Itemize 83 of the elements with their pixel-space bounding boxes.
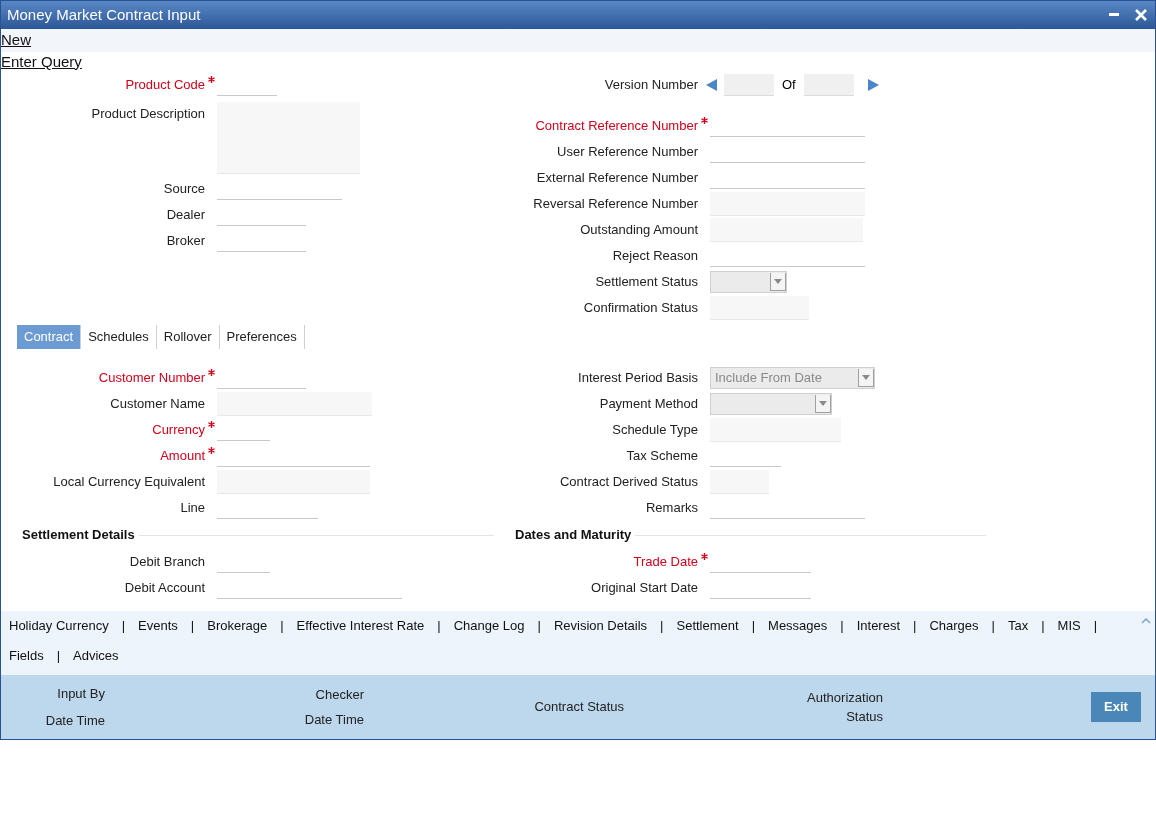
field-label: Interest Period Basis xyxy=(578,369,698,388)
version-field[interactable] xyxy=(724,74,774,96)
link-separator: | xyxy=(189,617,196,636)
section-heading: Dates and Maturity xyxy=(515,526,632,545)
section-heading: Settlement Details xyxy=(22,526,135,545)
field-label: Line xyxy=(180,499,205,518)
field-label: Payment Method xyxy=(599,395,698,414)
link-separator: | xyxy=(120,617,127,636)
dropdown-field[interactable] xyxy=(710,393,832,415)
link[interactable]: Change Log xyxy=(453,616,525,636)
minimize-icon[interactable] xyxy=(1109,13,1119,17)
field-label: Remarks xyxy=(646,499,698,518)
window-title: Money Market Contract Input xyxy=(7,4,201,25)
footer-label: Contract Status xyxy=(534,698,624,717)
field-label: Reversal Reference Number xyxy=(533,195,698,214)
toolbar-link[interactable]: New xyxy=(1,29,31,52)
link[interactable]: Holiday Currency xyxy=(9,616,109,636)
field-label: Original Start Date xyxy=(591,579,698,598)
link[interactable]: Events xyxy=(138,616,178,636)
link-separator: | xyxy=(1092,617,1099,636)
link[interactable]: Messages xyxy=(768,616,828,636)
close-icon[interactable] xyxy=(1135,9,1147,21)
footer-label: Checker xyxy=(315,685,364,704)
link[interactable]: Revision Details xyxy=(553,616,648,636)
link-separator: | xyxy=(1040,617,1046,636)
field-label: Debit Account xyxy=(124,579,205,598)
link-separator: | xyxy=(436,617,442,636)
dropdown-caret-icon xyxy=(819,401,827,406)
field-label: User Reference Number xyxy=(557,143,698,162)
link[interactable]: Advices xyxy=(73,646,119,666)
field-label: Contract Reference Number xyxy=(535,117,698,136)
field-label: Dealer xyxy=(166,206,205,225)
toolbar-link[interactable]: Enter Query xyxy=(1,50,82,74)
link[interactable]: MIS xyxy=(1057,616,1081,636)
link-separator: | xyxy=(839,617,845,636)
dropdown-value: Include From Date xyxy=(714,369,822,388)
link[interactable]: Settlement xyxy=(676,616,739,636)
footer-label: Input By xyxy=(57,684,105,703)
field-label: Currency xyxy=(152,421,205,440)
footer-label: Authorization Status xyxy=(806,688,883,726)
link-separator: | xyxy=(912,617,918,636)
previous-arrow-icon[interactable] xyxy=(705,79,717,91)
field-label: Broker xyxy=(166,232,205,251)
link-separator: | xyxy=(536,617,542,636)
next-arrow-icon[interactable] xyxy=(868,79,880,91)
dropdown-field[interactable] xyxy=(710,271,787,293)
link[interactable]: Tax xyxy=(1007,616,1029,636)
field-label: Confirmation Status xyxy=(583,299,698,318)
field-label: Schedule Type xyxy=(612,421,698,440)
version-total-field[interactable] xyxy=(803,74,854,96)
scroll-up-caret-icon[interactable] xyxy=(1141,618,1151,624)
link[interactable]: Effective Interest Rate xyxy=(296,616,425,636)
link-separator: | xyxy=(990,617,996,636)
field-label: Debit Branch xyxy=(129,553,205,572)
field-label: Outstanding Amount xyxy=(580,221,698,240)
field-label: Product Code xyxy=(125,76,205,95)
exit-button[interactable]: Exit xyxy=(1091,692,1141,722)
dropdown-caret-icon xyxy=(862,375,870,380)
field-label: Version Number xyxy=(604,76,698,95)
link-separator: | xyxy=(279,617,285,636)
field-label: Customer Number xyxy=(98,369,205,388)
footer-label: Date Time xyxy=(45,712,105,730)
link-separator: | xyxy=(659,617,665,636)
of-label: Of xyxy=(781,76,797,95)
dropdown-caret-icon xyxy=(774,279,782,284)
field-label: Tax Scheme xyxy=(626,447,698,466)
field-label: Local Currency Equivalent xyxy=(53,473,205,492)
field-label: Customer Name xyxy=(110,395,205,414)
field-label: Settlement Status xyxy=(595,273,698,292)
field-label: Amount xyxy=(160,447,205,466)
field-label: Reject Reason xyxy=(612,247,698,266)
link-separator: | xyxy=(750,617,757,636)
field-label: External Reference Number xyxy=(536,169,698,188)
link[interactable]: Brokerage xyxy=(207,616,268,636)
field-label: Source xyxy=(163,180,205,199)
link[interactable]: Interest xyxy=(856,616,901,636)
link[interactable]: Fields xyxy=(9,646,44,666)
footer-label: Date Time xyxy=(304,711,364,729)
field-label: Trade Date xyxy=(633,553,698,572)
link[interactable]: Charges xyxy=(929,616,979,636)
link-separator: | xyxy=(55,647,62,666)
field-label: Product Description xyxy=(91,105,205,123)
field-label: Contract Derived Status xyxy=(560,473,698,492)
